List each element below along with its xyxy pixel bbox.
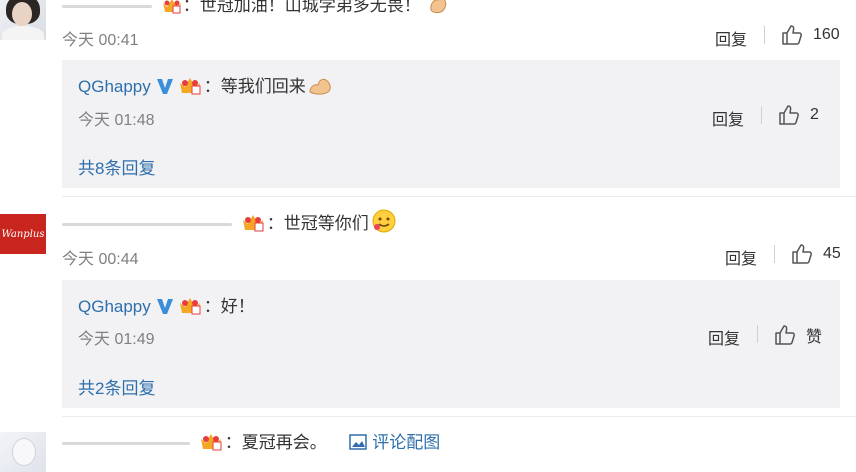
verified-v-icon bbox=[156, 77, 174, 100]
crown-badge-icon bbox=[199, 430, 225, 457]
comment-text: ：夏冠再会。 评论配图 bbox=[62, 428, 440, 457]
avatar-logo-text: Wanplus bbox=[1, 228, 45, 240]
action-separator bbox=[774, 245, 775, 263]
crown-badge-icon bbox=[241, 211, 267, 238]
thumbs-up-icon bbox=[791, 243, 813, 265]
comment-text: ：世冠等你们 bbox=[62, 208, 397, 239]
reply-time: 今天 01:48 bbox=[78, 112, 155, 129]
action-separator bbox=[757, 325, 758, 343]
username-obscured[interactable] bbox=[62, 5, 152, 9]
reply-username[interactable]: QGhappy bbox=[78, 297, 151, 316]
like-button[interactable]: 2 bbox=[778, 104, 819, 126]
action-separator bbox=[761, 106, 762, 124]
crown-badge-icon bbox=[178, 74, 204, 101]
verified-v-icon bbox=[156, 297, 174, 320]
comment-time: 今天 00:41 bbox=[62, 32, 139, 49]
thumbs-up-icon bbox=[774, 324, 796, 346]
comment-text: ：世冠加油！山城学弟多无畏！ bbox=[62, 0, 449, 21]
like-button[interactable]: 赞 bbox=[774, 323, 822, 347]
reply-time: 今天 01:49 bbox=[78, 331, 155, 348]
muscle-emoji-icon bbox=[308, 75, 334, 102]
view-more-replies-link[interactable]: 共2条回复 bbox=[78, 374, 155, 399]
comment-divider bbox=[62, 416, 856, 417]
user-avatar[interactable] bbox=[0, 0, 46, 40]
action-separator bbox=[764, 26, 765, 44]
reply-button[interactable]: 回复 bbox=[725, 245, 757, 269]
username-obscured[interactable] bbox=[62, 442, 190, 446]
like-button[interactable]: 45 bbox=[791, 243, 841, 265]
reply-button[interactable]: 回复 bbox=[712, 106, 744, 130]
comment-time: 今天 00:44 bbox=[62, 251, 139, 268]
like-label: 赞 bbox=[806, 329, 823, 346]
view-more-replies-link[interactable]: 共8条回复 bbox=[78, 154, 155, 179]
smile-emoji-icon bbox=[371, 208, 397, 239]
like-count: 160 bbox=[813, 26, 840, 43]
reply-username[interactable]: QGhappy bbox=[78, 77, 151, 96]
reply-button[interactable]: 回复 bbox=[708, 325, 740, 349]
crown-badge-icon bbox=[161, 0, 183, 20]
reply-box: QGhappy ：好！ 今天 01:49 回复 赞 共2条回复 bbox=[62, 280, 840, 408]
thumbs-up-icon bbox=[781, 24, 803, 46]
comment-divider bbox=[62, 196, 856, 197]
user-avatar[interactable]: Wanplus bbox=[0, 214, 46, 254]
like-count: 45 bbox=[823, 245, 841, 262]
view-image-link[interactable]: 评论配图 bbox=[349, 433, 440, 452]
thumbs-up-icon bbox=[778, 104, 800, 126]
crown-badge-icon bbox=[178, 294, 204, 321]
reply-text: ：好！ bbox=[203, 297, 255, 316]
reply-item: QGhappy ：等我们回来 bbox=[78, 72, 334, 102]
reply-text: ：等我们回来 bbox=[203, 77, 306, 96]
reply-button[interactable]: 回复 bbox=[715, 26, 747, 50]
user-avatar[interactable] bbox=[0, 432, 46, 472]
muscle-emoji-icon bbox=[427, 0, 449, 21]
like-count: 2 bbox=[810, 106, 819, 123]
reply-box: QGhappy ：等我们回来 今天 01:48 回复 2 共8条回复 bbox=[62, 60, 840, 188]
like-button[interactable]: 160 bbox=[781, 24, 840, 46]
username-obscured[interactable] bbox=[62, 223, 232, 227]
image-icon bbox=[349, 434, 368, 455]
reply-item: QGhappy ：好！ bbox=[78, 292, 255, 321]
